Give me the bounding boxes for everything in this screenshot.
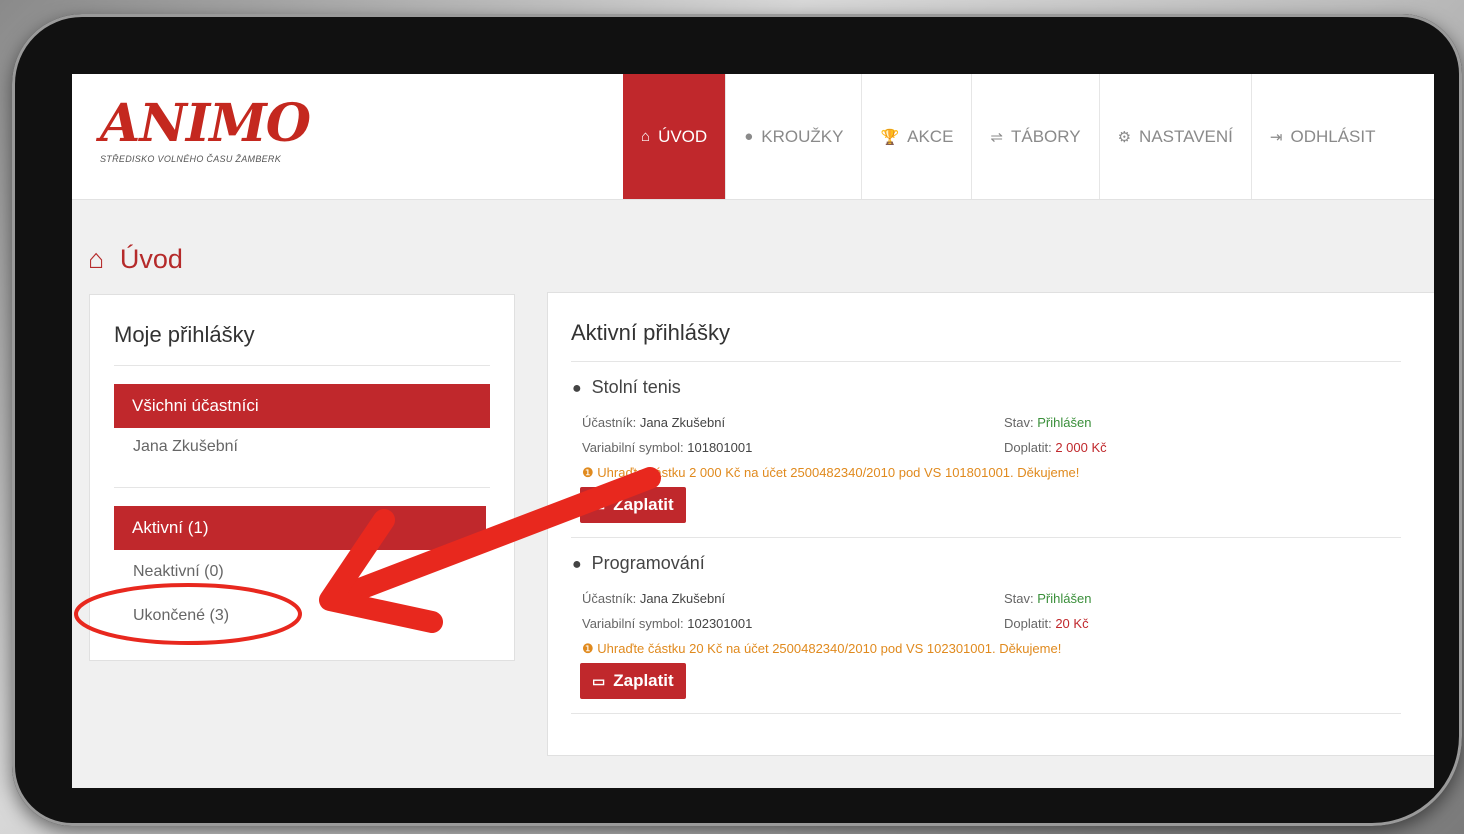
nav-odhlasit[interactable]: ⇥ ODHLÁSIT [1250, 74, 1394, 199]
lightbulb-icon: ● [744, 128, 754, 145]
divider [114, 487, 490, 488]
active-applications-panel: Aktivní přihlášky ● Stolní tenis Účastník… [547, 292, 1434, 756]
participant-row: Účastník: Jana Zkušební [582, 415, 725, 430]
page-title: ⌂ Úvod [88, 244, 183, 275]
status-row: Stav: Přihlášen [1004, 415, 1091, 430]
pay-label: Zaplatit [613, 671, 674, 690]
nav-akce[interactable]: 🏆 AKCE [861, 74, 971, 199]
signpost-icon: ⇌ [990, 128, 1003, 146]
home-icon: ⌂ [88, 244, 105, 274]
logo-wordmark: ANIMO [100, 93, 311, 154]
tablet-frame: ANIMO STŘEDISKO VOLNÉHO ČASU ŽAMBERK ⌂ Ú… [12, 14, 1462, 826]
label: Účastník: [582, 415, 637, 430]
vs-row: Variabilní symbol: 101801001 [582, 440, 752, 455]
nav-label: TÁBORY [1011, 126, 1081, 146]
entry-title-text: Programování [591, 553, 705, 573]
label: Doplatit: [1004, 440, 1052, 455]
divider [114, 365, 490, 366]
label: Doplatit: [1004, 616, 1052, 631]
page-title-text: Úvod [119, 244, 183, 274]
logo-subtitle: STŘEDISKO VOLNÉHO ČASU ŽAMBERK [100, 154, 282, 164]
pay-button[interactable]: ▭ Zaplatit [580, 487, 686, 523]
participant-link[interactable]: Jana Zkušební [133, 438, 238, 456]
credit-card-icon: ▭ [592, 496, 606, 513]
value: 101801001 [687, 440, 753, 455]
filter-active[interactable]: Aktivní (1) [114, 506, 486, 550]
panel-heading: Moje přihlášky [114, 322, 255, 347]
due-value: 2 000 Kč [1055, 440, 1107, 455]
nav-label: NASTAVENÍ [1139, 126, 1233, 146]
lightbulb-icon: ● [572, 380, 582, 397]
nav-label: ÚVOD [658, 126, 708, 146]
divider [571, 713, 1401, 714]
due-row: Doplatit: 2 000 Kč [1004, 440, 1107, 455]
label: Variabilní symbol: [582, 440, 684, 455]
nav-nastaveni[interactable]: ⚙ NASTAVENÍ [1098, 74, 1251, 199]
label: Účastník: [582, 591, 637, 606]
panel-heading: Aktivní přihlášky [571, 320, 730, 345]
credit-card-icon: ▭ [592, 672, 606, 689]
nav-krouzky[interactable]: ● KROUŽKY [725, 74, 861, 199]
notice-text: Uhraďte částku 2 000 Kč na účet 25004823… [597, 465, 1080, 480]
payment-notice: ❶ Uhraďte částku 2 000 Kč na účet 250048… [582, 465, 1079, 481]
due-row: Doplatit: 20 Kč [1004, 616, 1089, 631]
status-row: Stav: Přihlášen [1004, 591, 1091, 606]
header: ANIMO STŘEDISKO VOLNÉHO ČASU ŽAMBERK ⌂ Ú… [72, 74, 1434, 200]
filter-inactive[interactable]: Neaktivní (0) [133, 563, 224, 581]
pay-button[interactable]: ▭ Zaplatit [580, 663, 686, 699]
payment-notice: ❶ Uhraďte částku 20 Kč na účet 250048234… [582, 641, 1061, 657]
label: Stav: [1004, 415, 1034, 430]
divider [571, 361, 1401, 362]
entry-title: ● Programování [572, 553, 1402, 574]
notice-text: Uhraďte částku 20 Kč na účet 2500482340/… [597, 641, 1062, 656]
gear-icon: ⚙ [1117, 128, 1132, 146]
all-participants-button[interactable]: Všichni účastníci [114, 384, 490, 428]
value: Jana Zkušební [639, 591, 726, 606]
logo[interactable]: ANIMO STŘEDISKO VOLNÉHO ČASU ŽAMBERK [100, 93, 311, 165]
home-icon: ⌂ [641, 128, 651, 145]
main-nav: ⌂ ÚVOD ● KROUŽKY 🏆 AKCE ⇌ TÁBORY ⚙ NASTA… [623, 74, 1394, 199]
pay-label: Zaplatit [613, 495, 674, 514]
value: Jana Zkušební [639, 415, 726, 430]
entry-title: ● Stolní tenis [572, 377, 1402, 398]
due-value: 20 Kč [1055, 616, 1089, 631]
nav-label: AKCE [907, 126, 954, 146]
nav-uvod[interactable]: ⌂ ÚVOD [623, 74, 726, 199]
trophy-icon: 🏆 [880, 128, 900, 146]
entry-title-text: Stolní tenis [591, 377, 681, 397]
info-icon: ❶ [582, 465, 594, 480]
lightbulb-icon: ● [572, 556, 582, 573]
application-entry: ● Stolní tenis Účastník: Jana Zkušební St… [572, 377, 1402, 537]
nav-label: ODHLÁSIT [1290, 126, 1376, 146]
status-value: Přihlášen [1037, 415, 1092, 430]
my-applications-panel: Moje přihlášky Všichni účastníci Jana Zk… [89, 294, 515, 661]
screen: ANIMO STŘEDISKO VOLNÉHO ČASU ŽAMBERK ⌂ Ú… [72, 74, 1434, 788]
vs-row: Variabilní symbol: 102301001 [582, 616, 752, 631]
divider [571, 537, 1401, 538]
application-entry: ● Programování Účastník: Jana Zkušební St… [572, 553, 1402, 713]
nav-tabory[interactable]: ⇌ TÁBORY [971, 74, 1098, 199]
nav-label: KROUŽKY [761, 126, 844, 146]
filter-finished[interactable]: Ukončené (3) [133, 607, 229, 625]
label: Variabilní symbol: [582, 616, 684, 631]
participant-row: Účastník: Jana Zkušební [582, 591, 725, 606]
value: 102301001 [687, 616, 753, 631]
label: Stav: [1004, 591, 1034, 606]
status-value: Přihlášen [1037, 591, 1092, 606]
logout-icon: ⇥ [1269, 128, 1283, 146]
info-icon: ❶ [582, 641, 594, 656]
